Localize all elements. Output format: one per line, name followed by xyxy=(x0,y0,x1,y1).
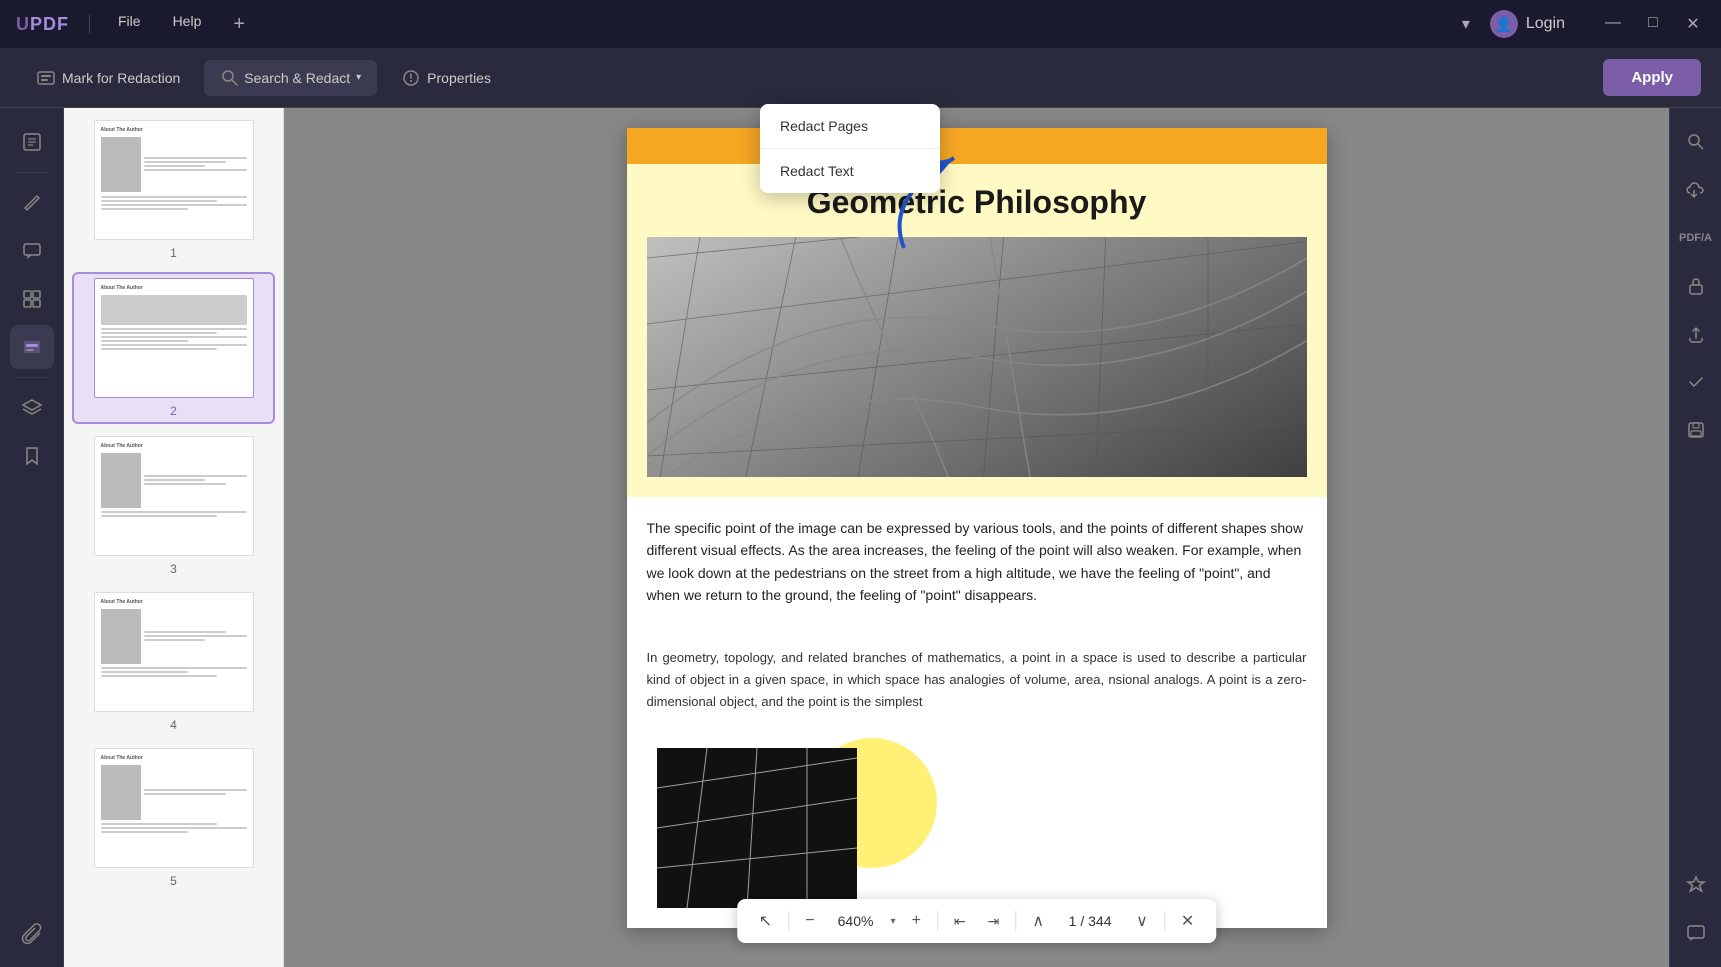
pdf-page: Geometric Philosophy xyxy=(627,128,1327,928)
zoom-display: 640% xyxy=(831,913,881,929)
page-footer-text: In geometry, topology, and related branc… xyxy=(627,627,1327,733)
toolbar-sep-3 xyxy=(1015,911,1016,931)
thumbnail-item-1[interactable]: About The Author xyxy=(72,116,275,264)
left-sidebar xyxy=(0,108,64,967)
zoom-chevron-icon: ▾ xyxy=(891,916,896,927)
maximize-button[interactable]: □ xyxy=(1641,14,1665,34)
page-title-section: Geometric Philosophy xyxy=(627,164,1327,497)
geometric-image xyxy=(647,237,1307,477)
search-redact-dropdown: Redact Pages Redact Text xyxy=(760,104,940,193)
thumbnail-page-2: About The Author xyxy=(94,278,254,398)
thumbnail-item-2[interactable]: About The Author 2 xyxy=(72,272,275,424)
thumbnail-number-2: 2 xyxy=(170,404,177,418)
thumbnail-page-4: About The Author xyxy=(94,592,254,712)
thumbnail-number-3: 3 xyxy=(170,562,177,576)
pdf-a-button[interactable]: PDF/A xyxy=(1674,216,1718,260)
thumbnail-number-5: 5 xyxy=(170,874,177,888)
minimize-button[interactable]: — xyxy=(1601,14,1625,34)
main-content-area: Geometric Philosophy xyxy=(284,108,1669,967)
page-main-title: Geometric Philosophy xyxy=(647,184,1307,221)
add-tab-button[interactable]: + xyxy=(225,9,253,40)
lock-document-button[interactable] xyxy=(1674,264,1718,308)
title-divider xyxy=(89,14,90,34)
login-label: Login xyxy=(1526,15,1565,33)
close-toolbar-button[interactable]: ✕ xyxy=(1175,907,1200,935)
fit-page-button[interactable]: ⇥ xyxy=(982,909,1006,934)
bookmark-button[interactable] xyxy=(10,434,54,478)
right-search-button[interactable] xyxy=(1674,120,1718,164)
right-sidebar: PDF/A xyxy=(1669,108,1721,967)
layers-button[interactable] xyxy=(10,386,54,430)
search-redact-chevron-icon: ▾ xyxy=(356,72,361,83)
validate-button[interactable] xyxy=(1674,360,1718,404)
page-image xyxy=(647,237,1307,477)
menu-help[interactable]: Help xyxy=(165,9,210,40)
login-button[interactable]: 👤 Login xyxy=(1490,10,1565,38)
save-button[interactable] xyxy=(1674,408,1718,452)
pdf-view[interactable]: Geometric Philosophy xyxy=(284,108,1669,967)
toolbar-sep-1 xyxy=(788,911,789,931)
thumbnail-number-4: 4 xyxy=(170,718,177,732)
thumbnail-number-1: 1 xyxy=(170,246,177,260)
black-box-decoration xyxy=(657,748,857,908)
main-layout: About The Author xyxy=(0,108,1721,967)
window-controls: — □ ✕ xyxy=(1601,14,1705,34)
avatar: 👤 xyxy=(1490,10,1518,38)
search-and-redact-button[interactable]: Search & Redact ▾ xyxy=(204,60,377,96)
title-bar: UPDF File Help + ▾ 👤 Login — □ ✕ xyxy=(0,0,1721,48)
main-toolbar: Mark for Redaction Search & Redact ▾ Pro… xyxy=(0,48,1721,108)
zoom-in-button[interactable]: + xyxy=(906,908,927,934)
toolbar-sep-2 xyxy=(937,911,938,931)
properties-icon xyxy=(401,68,421,88)
thumbnail-page-5: About The Author xyxy=(94,748,254,868)
bottom-toolbar: ↖ − 640% ▾ + ⇤ ⇥ ∧ 1 / 344 ∨ ✕ xyxy=(737,899,1216,943)
search-redact-icon xyxy=(220,68,240,88)
star-button[interactable] xyxy=(1674,863,1718,907)
page-header-bar xyxy=(627,128,1327,164)
apply-button[interactable]: Apply xyxy=(1603,59,1701,96)
redact-text-item[interactable]: Redact Text xyxy=(760,149,940,193)
thumbnail-item-4[interactable]: About The Author xyxy=(72,588,275,736)
fit-width-button[interactable]: ⇤ xyxy=(948,909,972,934)
prev-page-button[interactable]: ∧ xyxy=(1026,907,1050,935)
next-page-button[interactable]: ∨ xyxy=(1130,907,1154,935)
page-display: 1 / 344 xyxy=(1060,913,1120,929)
properties-button[interactable]: Properties xyxy=(385,60,507,96)
thumbnail-item-5[interactable]: About The Author 5 xyxy=(72,744,275,892)
dropdown-icon[interactable]: ▾ xyxy=(1462,14,1470,34)
organize-mode-button[interactable] xyxy=(10,277,54,321)
toolbar-sep-4 xyxy=(1164,911,1165,931)
reader-mode-button[interactable] xyxy=(10,120,54,164)
save-cloud-button[interactable] xyxy=(1674,168,1718,212)
close-button[interactable]: ✕ xyxy=(1681,14,1705,34)
thumbnail-page-1: About The Author xyxy=(94,120,254,240)
zoom-out-button[interactable]: − xyxy=(799,908,820,934)
redact-mode-button[interactable] xyxy=(10,325,54,369)
chat-button[interactable] xyxy=(1674,911,1718,955)
menu-file[interactable]: File xyxy=(110,9,149,40)
comment-mode-button[interactable] xyxy=(10,229,54,273)
mark-redaction-icon xyxy=(36,68,56,88)
redact-pages-item[interactable]: Redact Pages xyxy=(760,104,940,148)
page-body-text: The specific point of the image can be e… xyxy=(647,517,1307,607)
app-logo: UPDF xyxy=(16,14,69,35)
cursor-tool-button[interactable]: ↖ xyxy=(753,907,778,935)
title-menu: File Help + xyxy=(110,9,253,40)
upload-button[interactable] xyxy=(1674,312,1718,356)
page-body: The specific point of the image can be e… xyxy=(627,497,1327,627)
mark-for-redaction-button[interactable]: Mark for Redaction xyxy=(20,60,196,96)
thumbnail-panel: About The Author xyxy=(64,108,284,967)
edit-mode-button[interactable] xyxy=(10,181,54,225)
thumbnail-item-3[interactable]: About The Author 3 xyxy=(72,432,275,580)
thumbnail-page-3: About The Author xyxy=(94,436,254,556)
attachment-button[interactable] xyxy=(10,911,54,955)
